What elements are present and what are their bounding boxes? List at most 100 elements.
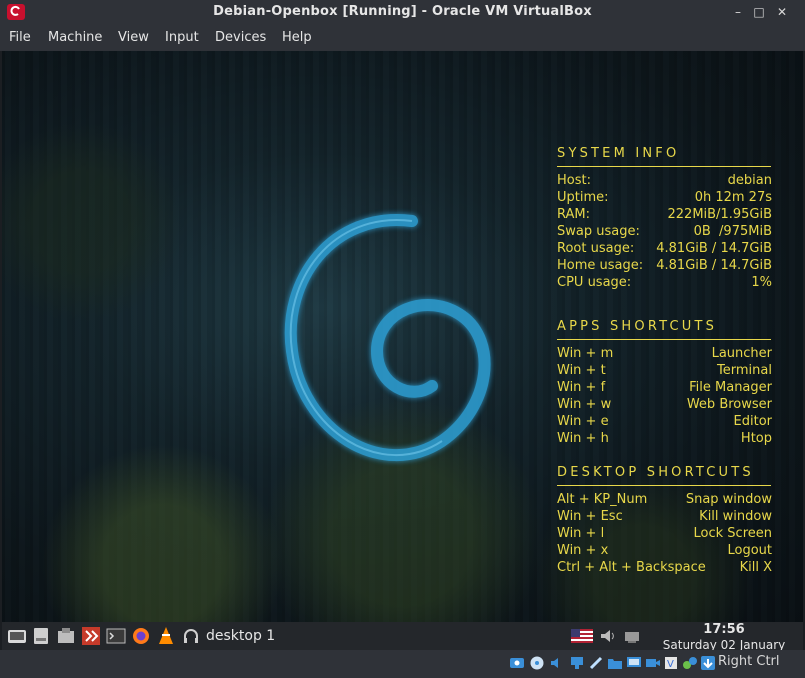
shortcut-action: Launcher [711, 346, 772, 361]
sysinfo-row: Uptime: 0h 12m 27s [557, 189, 772, 206]
row-label: Uptime: [557, 190, 609, 205]
shortcut-row: Win + t Terminal [557, 362, 772, 379]
shortcut-action: Kill X [739, 560, 772, 575]
hard-disk-icon[interactable] [509, 655, 525, 671]
shortcut-keys: Ctrl + Alt + Backspace [557, 560, 706, 575]
row-label: CPU usage: [557, 275, 632, 290]
shortcut-row: Win + l Lock Screen [557, 525, 772, 542]
sysinfo-row: Root usage: 4.81GiB / 14.7GiB [557, 240, 772, 257]
row-label: Root usage: [557, 241, 635, 256]
guest-display[interactable]: SYSTEM INFO Host: debian Uptime: 0h 12m 27… [2, 51, 803, 622]
menu-devices[interactable]: Devices [215, 24, 266, 51]
shortcut-keys: Win + Esc [557, 509, 623, 524]
shortcut-action: Snap window [685, 492, 772, 507]
shortcut-keys: Win + f [557, 380, 606, 395]
menu-view[interactable]: View [118, 24, 149, 51]
optical-disk-icon[interactable] [529, 655, 545, 671]
shortcut-row: Win + e Editor [557, 413, 772, 430]
shortcut-keys: Win + x [557, 543, 609, 558]
shortcut-keys: Win + m [557, 346, 614, 361]
shortcut-action: File Manager [689, 380, 772, 395]
shortcut-action: Htop [740, 431, 772, 446]
vbox-status-bar: V Right Ctrl [0, 650, 805, 678]
shortcut-row: Win + m Launcher [557, 345, 772, 362]
guest-taskbar: desktop 1 17:56 Saturday 02 January [2, 622, 803, 652]
row-value: 4.81GiB / 14.7GiB [656, 241, 772, 256]
clock[interactable]: 17:56 Saturday 02 January [654, 622, 794, 652]
desktop-shortcuts-title: DESKTOP SHORTCUTS [557, 465, 754, 480]
shortcut-action: Kill window [699, 509, 772, 524]
menu-file[interactable]: File [9, 24, 31, 51]
system-info-title: SYSTEM INFO [557, 146, 680, 161]
package-icon[interactable] [56, 626, 76, 646]
mouse-integration-icon[interactable] [682, 655, 698, 671]
host-key-label: Right Ctrl [718, 654, 780, 669]
shortcut-row: Alt + KP_Num Snap window [557, 491, 772, 508]
shortcut-action: Web Browser [686, 397, 772, 412]
shortcut-keys: Win + t [557, 363, 606, 378]
firefox-icon[interactable] [131, 626, 151, 646]
row-value: 0B /975MiB [693, 224, 772, 239]
minimize-button[interactable]: – [729, 3, 747, 21]
row-value: 0h 12m 27s [694, 190, 772, 205]
sysinfo-row: Swap usage: 0B /975MiB [557, 223, 772, 240]
shortcut-action: Lock Screen [693, 526, 772, 541]
row-value: 222MiB/1.95GiB [667, 207, 773, 222]
apps-shortcuts-title: APPS SHORTCUTS [557, 319, 718, 334]
audio-icon[interactable] [549, 655, 565, 671]
shortcut-action: Editor [733, 414, 772, 429]
close-button[interactable]: ✕ [773, 3, 791, 21]
row-label: Host: [557, 173, 591, 188]
drive-icon[interactable] [31, 626, 51, 646]
menu-input[interactable]: Input [165, 24, 199, 51]
video-capture-icon[interactable] [645, 655, 661, 671]
display-icon[interactable] [626, 655, 642, 671]
shortcut-row: Ctrl + Alt + Backspace Kill X [557, 559, 772, 576]
window-title: Debian-Openbox [Running] - Oracle VM Vir… [213, 4, 592, 19]
sysinfo-row: Host: debian [557, 172, 772, 189]
shortcut-action: Logout [727, 543, 772, 558]
section-divider [557, 485, 771, 486]
arrow-down-icon[interactable] [700, 655, 716, 671]
sysinfo-row: CPU usage: 1% [557, 274, 772, 291]
title-bar[interactable]: Debian-Openbox [Running] - Oracle VM Vir… [0, 0, 805, 24]
sysinfo-row: Home usage: 4.81GiB / 14.7GiB [557, 257, 772, 274]
shortcut-row: Win + h Htop [557, 430, 772, 447]
svg-text:V: V [667, 659, 674, 670]
terminal-icon[interactable] [106, 626, 126, 646]
row-value: 4.81GiB / 14.7GiB [656, 258, 772, 273]
us-flag-icon[interactable] [571, 626, 593, 646]
shared-folders-icon[interactable] [607, 655, 623, 671]
shortcut-keys: Win + w [557, 397, 612, 412]
section-divider [557, 166, 771, 167]
shortcut-keys: Win + l [557, 526, 605, 541]
clock-time: 17:56 [703, 622, 745, 637]
shortcut-row: Win + x Logout [557, 542, 772, 559]
shortcut-keys: Win + h [557, 431, 609, 446]
shortcut-action: Terminal [717, 363, 772, 378]
shortcut-row: Win + f File Manager [557, 379, 772, 396]
usb-icon[interactable] [588, 655, 604, 671]
network-icon[interactable] [622, 626, 642, 646]
headphones-icon[interactable] [181, 626, 201, 646]
desktop-switcher[interactable]: desktop 1 [206, 622, 275, 650]
vlc-icon[interactable] [156, 626, 176, 646]
row-value: debian [727, 173, 772, 188]
shortcut-keys: Win + e [557, 414, 609, 429]
shortcut-row: Win + w Web Browser [557, 396, 772, 413]
cpu-icon[interactable]: V [663, 655, 679, 671]
debian-swirl-logo [284, 214, 491, 462]
network-icon[interactable] [569, 655, 585, 671]
volume-icon[interactable] [598, 626, 618, 646]
row-label: Swap usage: [557, 224, 640, 239]
row-label: RAM: [557, 207, 590, 222]
shortcut-row: Win + Esc Kill window [557, 508, 772, 525]
section-divider [557, 339, 771, 340]
maximize-button[interactable]: □ [750, 3, 768, 21]
double-commander-icon[interactable] [81, 626, 101, 646]
conky-panel: SYSTEM INFO Host: debian Uptime: 0h 12m 27… [557, 145, 772, 576]
keyboard-icon[interactable] [7, 626, 27, 646]
menu-machine[interactable]: Machine [48, 24, 102, 51]
menu-help[interactable]: Help [282, 24, 312, 51]
row-label: Home usage: [557, 258, 644, 273]
